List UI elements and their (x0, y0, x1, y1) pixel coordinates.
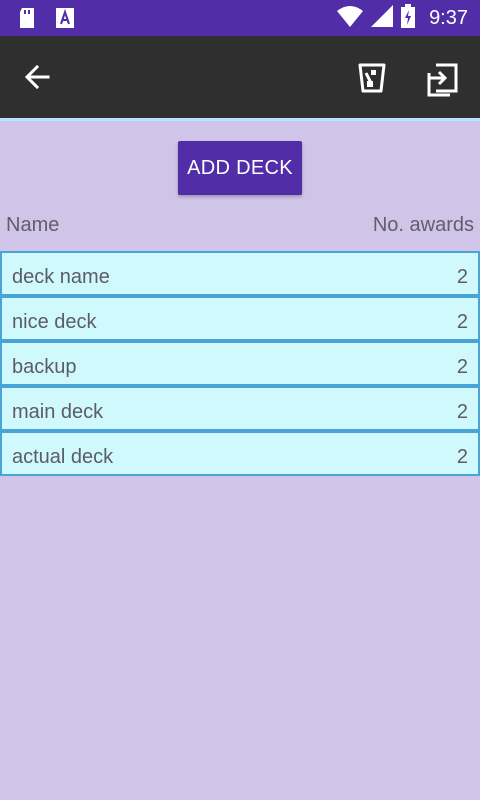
notification-icons (18, 8, 74, 32)
deck-name: nice deck (12, 311, 97, 333)
deck-name: backup (12, 356, 77, 378)
app-bar-divider (0, 118, 480, 121)
arrow-back-icon[interactable] (20, 59, 56, 95)
wifi-icon (337, 5, 364, 31)
text-icon (56, 8, 74, 32)
import-icon[interactable] (424, 59, 462, 97)
deck-name: main deck (12, 401, 104, 423)
deck-awards: 2 (456, 266, 468, 288)
status-bar: 9:37 (0, 0, 480, 36)
deck-row[interactable]: main deck 2 (0, 386, 480, 431)
trash-icon[interactable] (354, 59, 390, 95)
column-header-name: Name (6, 214, 60, 236)
deck-awards: 2 (456, 356, 468, 378)
deck-row[interactable]: deck name 2 (0, 251, 480, 296)
column-header-awards: No. awards (372, 214, 474, 236)
deck-row[interactable]: actual deck 2 (0, 431, 480, 476)
deck-row[interactable]: nice deck 2 (0, 296, 480, 341)
clock: 9:37 (429, 6, 468, 29)
deck-row[interactable]: backup 2 (0, 341, 480, 386)
battery-charging-icon (401, 4, 416, 32)
deck-awards: 2 (456, 446, 468, 468)
add-deck-button[interactable]: ADD DECK (178, 141, 302, 195)
deck-list: deck name 2 nice deck 2 backup 2 main de… (0, 251, 480, 476)
sd-card-icon (18, 8, 36, 32)
deck-name: actual deck (12, 446, 114, 468)
signal-icon (371, 5, 394, 31)
app-bar (0, 36, 480, 118)
system-icons: 9:37 (337, 4, 468, 32)
deck-awards: 2 (456, 311, 468, 333)
deck-awards: 2 (456, 401, 468, 423)
deck-name: deck name (12, 266, 110, 288)
